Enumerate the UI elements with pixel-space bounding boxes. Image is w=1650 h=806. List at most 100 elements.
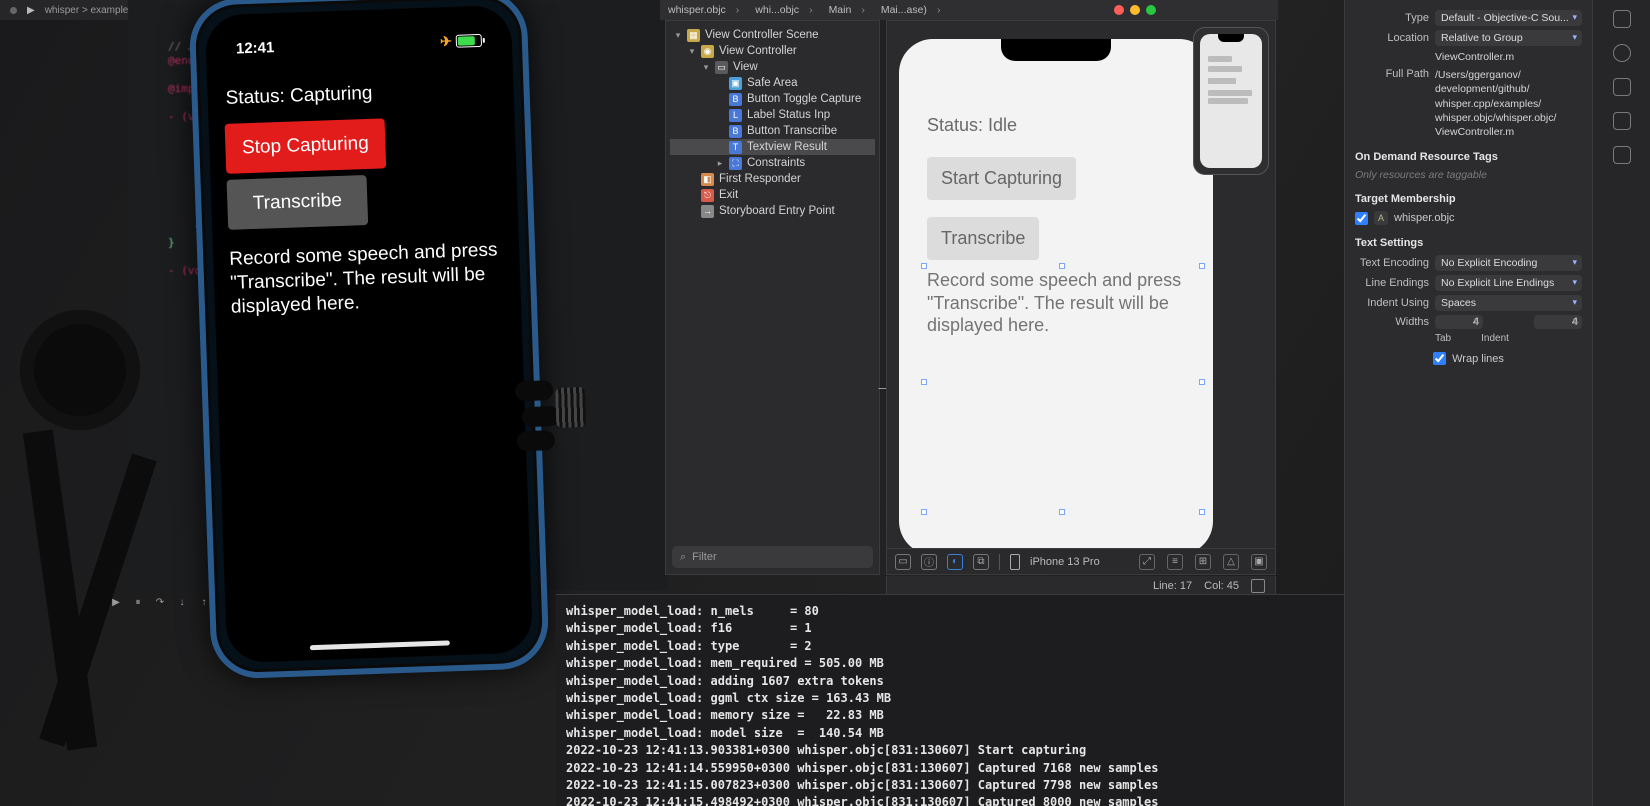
text-encoding-dropdown[interactable]: No Explicit Encoding (1435, 255, 1582, 271)
ib-info-icon[interactable]: ⓘ (921, 554, 937, 570)
ib-zoom-fit-icon[interactable]: ⤢ (1139, 554, 1155, 570)
search-icon: ⌕ (680, 551, 686, 564)
widths-label: Widths (1355, 316, 1429, 328)
continue-icon[interactable]: ▶ (110, 596, 122, 608)
console-line: 2022-10-23 12:41:15.498492+0300 whisper.… (566, 795, 1158, 806)
ib-resolve-icon[interactable]: △ (1223, 554, 1239, 570)
storyboard-tab-bar[interactable]: whisper.objc whi...objc Main Mai...ase) (660, 0, 1278, 20)
text-settings-header: Text Settings (1355, 237, 1582, 249)
step-into-icon[interactable]: ↓ (176, 596, 188, 608)
ib-view-as-icon[interactable]: ▭ (895, 554, 911, 570)
tab-main-base[interactable]: Mai...ase) (873, 4, 949, 16)
outline-button-toggle[interactable]: BButton Toggle Capture (670, 91, 875, 107)
window-traffic-lights[interactable] (1114, 5, 1156, 15)
target-checkbox[interactable] (1355, 212, 1368, 225)
pause-icon[interactable]: ⏸ (132, 596, 144, 608)
step-out-icon[interactable]: ↑ (198, 596, 210, 608)
tab-main[interactable]: Main (821, 4, 873, 16)
outline-scene[interactable]: ▾▦View Controller Scene (670, 27, 875, 43)
selection-handle[interactable] (921, 509, 927, 515)
play-icon[interactable]: ▶ (27, 5, 35, 16)
ib-start-capturing-button[interactable]: Start Capturing (927, 157, 1076, 200)
minimap-toggle-icon[interactable] (1251, 579, 1265, 593)
outline-safe-area[interactable]: ▣Safe Area (670, 75, 875, 91)
zoom-window-icon[interactable] (1146, 5, 1156, 15)
inspector-tab-history-icon[interactable] (1613, 44, 1631, 62)
ib-align-icon[interactable]: ≡ (1167, 554, 1183, 570)
ib-canvas-toolbar[interactable]: ▭ ⓘ ◐ ⧉ iPhone 13 Pro ⤢ ≡ ⊞ △ ▣ (887, 548, 1275, 574)
selection-handle[interactable] (921, 379, 927, 385)
selection-handle[interactable] (1059, 263, 1065, 269)
outline-filter-input[interactable]: ⌕ Filter (672, 546, 873, 568)
fullpath-label: Full Path (1355, 68, 1429, 80)
console-line: 2022-10-23 12:41:14.559950+0300 whisper.… (566, 761, 1158, 775)
target-membership-row[interactable]: A whisper.objc (1355, 211, 1582, 225)
ib-device-label[interactable]: iPhone 13 Pro (1030, 556, 1100, 568)
minimize-window-icon[interactable] (1130, 5, 1140, 15)
ib-adjust-icon[interactable]: ◐ (947, 554, 963, 570)
ib-status-label[interactable]: Status: Idle (927, 115, 1017, 136)
console-line: whisper_model_load: model size = 140.54 … (566, 726, 884, 740)
ib-minimap[interactable] (1193, 27, 1269, 175)
outline-exit[interactable]: ⎋Exit (670, 187, 875, 203)
console-line: 2022-10-23 12:41:13.903381+0300 whisper.… (566, 743, 1086, 757)
ib-pin-icon[interactable]: ⊞ (1195, 554, 1211, 570)
type-label: Type (1355, 12, 1429, 24)
inspector-tab-identity-icon[interactable] (1613, 112, 1631, 130)
console-line: whisper_model_load: type = 2 (566, 639, 812, 653)
outline-button-transcribe[interactable]: BButton Transcribe (670, 123, 875, 139)
outline-view[interactable]: ▾▭View (670, 59, 875, 75)
target-membership-header: Target Membership (1355, 193, 1582, 205)
cursor-line-label: Line: 17 (1153, 580, 1192, 592)
tab-whisper-objc[interactable]: whisper.objc (660, 4, 747, 16)
selection-handle[interactable] (1199, 509, 1205, 515)
type-dropdown[interactable]: Default - Objective-C Sou... (1435, 10, 1582, 26)
airplane-mode-icon: ✈ (440, 33, 452, 50)
wrap-lines-label: Wrap lines (1452, 353, 1504, 365)
file-inspector-panel[interactable]: Type Default - Objective-C Sou... Locati… (1344, 0, 1592, 806)
ib-duplicate-icon[interactable]: ⧉ (973, 554, 989, 570)
editor-status-bar: Line: 17 Col: 45 (886, 576, 1276, 596)
selection-handle[interactable] (921, 263, 927, 269)
stop-capturing-button[interactable]: Stop Capturing (225, 118, 387, 174)
ib-device-preview[interactable]: Status: Idle Start Capturing Transcribe … (899, 39, 1213, 555)
transcribe-button[interactable]: Transcribe (227, 175, 369, 230)
interface-builder-canvas[interactable]: Status: Idle Start Capturing Transcribe … (886, 20, 1276, 575)
debug-console[interactable]: whisper_model_load: n_mels = 80 whisper_… (556, 594, 1344, 806)
ib-transcribe-button[interactable]: Transcribe (927, 217, 1039, 260)
outline-textview-result[interactable]: TTextview Result (670, 139, 875, 155)
selection-handle[interactable] (1199, 379, 1205, 385)
iphone-notch (293, 14, 424, 47)
console-line: whisper_model_load: adding 1607 extra to… (566, 674, 884, 688)
selection-handle[interactable] (1059, 509, 1065, 515)
location-dropdown[interactable]: Relative to Group (1435, 30, 1582, 46)
outline-entry-point[interactable]: →Storyboard Entry Point (670, 203, 875, 219)
filter-placeholder: Filter (692, 551, 716, 563)
document-outline-panel[interactable]: ▾▦View Controller Scene ▾◉View Controlle… (665, 20, 880, 575)
outline-label-status[interactable]: LLabel Status Inp (670, 107, 875, 123)
debug-toolbar[interactable]: ▶ ⏸ ↷ ↓ ↑ (110, 594, 550, 610)
physical-iphone: 12:41 ✈ Status: Capturing Stop Capturing… (188, 0, 550, 680)
selection-handle[interactable] (1199, 263, 1205, 269)
indent-width-stepper[interactable]: 4 (1534, 315, 1582, 329)
device-icon[interactable] (1010, 554, 1020, 570)
indent-using-dropdown[interactable]: Spaces (1435, 295, 1582, 311)
indent-caption: Indent (1481, 333, 1509, 344)
step-over-icon[interactable]: ↷ (154, 596, 166, 608)
wrap-lines-checkbox[interactable] (1433, 352, 1446, 365)
outline-constraints[interactable]: ▸⛶Constraints (670, 155, 875, 171)
inspector-tab-file-icon[interactable] (1613, 10, 1631, 28)
ib-embed-icon[interactable]: ▣ (1251, 554, 1267, 570)
right-sidebar-tabs[interactable] (1592, 0, 1650, 806)
ib-result-textview[interactable]: Record some speech and press "Transcribe… (927, 269, 1189, 337)
inspector-tab-attributes-icon[interactable] (1613, 146, 1631, 164)
tab-whi-objc[interactable]: whi...objc (747, 4, 820, 16)
fullpath-value: /Users/ggerganov/ development/github/ wh… (1435, 68, 1582, 139)
close-window-icon[interactable] (1114, 5, 1124, 15)
inspector-tab-help-icon[interactable] (1613, 78, 1631, 96)
outline-view-controller[interactable]: ▾◉View Controller (670, 43, 875, 59)
cursor-col-label: Col: 45 (1204, 580, 1239, 592)
line-endings-dropdown[interactable]: No Explicit Line Endings (1435, 275, 1582, 291)
tab-width-stepper[interactable]: 4 (1435, 315, 1483, 329)
outline-first-responder[interactable]: ◧First Responder (670, 171, 875, 187)
